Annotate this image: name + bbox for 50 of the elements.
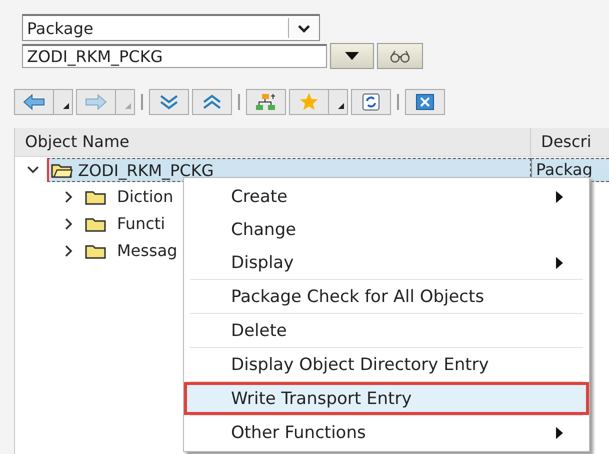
menu-item[interactable]: Delete [190, 314, 583, 347]
chevron-right-icon[interactable] [63, 244, 75, 256]
menu-item[interactable]: Package Check for All Objects [190, 280, 583, 313]
arrow-left-icon [23, 94, 45, 110]
chevron-right-icon[interactable] [63, 190, 75, 202]
chevron-right-icon[interactable] [63, 218, 75, 230]
refresh-icon [362, 93, 380, 111]
chevron-down-icon[interactable] [27, 165, 39, 175]
menu-item[interactable]: Other Functions [190, 416, 583, 449]
folder-icon [85, 216, 107, 232]
submenu-arrow-icon [556, 426, 563, 438]
menu-item[interactable]: Create [190, 180, 583, 213]
menu-item[interactable]: Change [190, 213, 583, 246]
back-button[interactable] [14, 89, 54, 115]
collapse-all-button[interactable] [192, 89, 232, 115]
close-button[interactable] [405, 89, 445, 115]
dropdown-button[interactable] [330, 43, 374, 69]
double-chevron-down-icon [159, 94, 179, 110]
corner-arrow-icon [338, 103, 344, 109]
triangle-down-icon [345, 52, 359, 60]
submenu-arrow-icon [556, 190, 563, 202]
folder-icon [85, 188, 107, 204]
column-header: Descri [540, 131, 592, 153]
corner-arrow-icon [63, 103, 69, 109]
tree-node[interactable]: Messag [117, 241, 178, 260]
hierarchy-icon [255, 93, 277, 111]
object-type-dropdown[interactable]: Package [22, 14, 320, 41]
arrow-right-icon [85, 94, 107, 110]
column-header: Object Name [15, 128, 531, 156]
object-name-field[interactable]: ZODI_RKM_PCKG [22, 44, 327, 68]
star-icon [299, 92, 319, 112]
tree-node[interactable]: Diction [117, 187, 174, 206]
double-chevron-up-icon [202, 94, 222, 110]
folder-icon [51, 162, 73, 178]
tree-node[interactable]: Functi [117, 214, 166, 233]
glasses-icon [389, 49, 411, 63]
menu-item[interactable]: Display [190, 246, 583, 279]
glasses-button[interactable] [377, 43, 423, 69]
menu-item[interactable]: Write Transport Entry [184, 382, 589, 415]
folder-icon [85, 242, 107, 258]
menu-item[interactable]: Display Object Directory Entry [190, 348, 583, 381]
corner-arrow-icon [125, 103, 131, 109]
favorites-dropdown-button[interactable] [328, 89, 348, 115]
hierarchy-button[interactable] [246, 89, 286, 115]
submenu-arrow-icon [556, 256, 563, 268]
refresh-button[interactable] [351, 89, 391, 115]
close-icon [416, 94, 434, 110]
expand-all-button[interactable] [149, 89, 189, 115]
back-dropdown-button[interactable] [53, 89, 73, 115]
chevron-down-icon [297, 24, 311, 32]
